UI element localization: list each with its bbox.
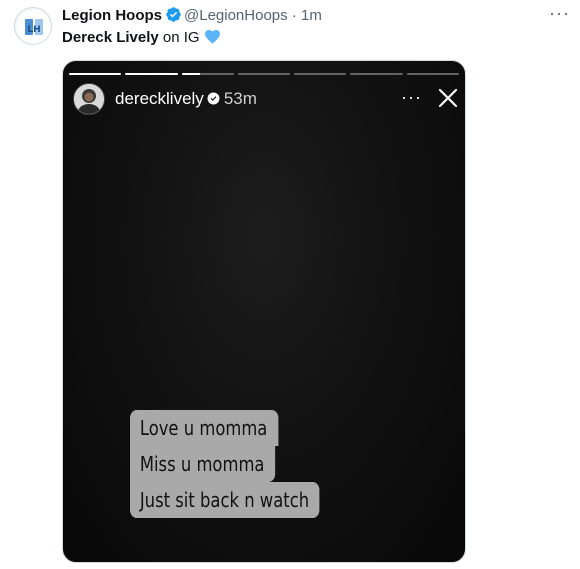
more-icon[interactable]: ··· <box>549 4 570 22</box>
story-username[interactable]: derecklively <box>115 89 204 108</box>
caption-line: Just sit back n watch <box>130 482 320 518</box>
tweet-time[interactable]: 1m <box>301 7 322 24</box>
author-avatar[interactable]: LH <box>14 7 52 45</box>
story-progress-fill <box>125 73 178 75</box>
author-handle[interactable]: @LegionHoops <box>184 7 288 24</box>
story-progress-segment <box>350 73 403 75</box>
story-time: 53m <box>223 89 257 108</box>
verified-badge-icon <box>207 92 220 105</box>
story-avatar <box>73 83 105 115</box>
story-more-icon[interactable]: ··· <box>401 87 422 108</box>
close-icon[interactable] <box>437 87 459 109</box>
author-name[interactable]: Legion Hoops <box>62 7 162 24</box>
svg-text:LH: LH <box>27 25 40 35</box>
caption-line: Love u momma <box>130 410 279 446</box>
blue-heart-icon <box>204 30 220 44</box>
story-caption: Love u momma Miss u momma Just sit back … <box>130 410 320 518</box>
separator-dot: · <box>291 7 297 24</box>
tweet-text-rest: on IG <box>158 29 200 46</box>
story-progress-segment <box>237 73 291 75</box>
story-progress-fill <box>181 73 200 75</box>
verified-badge-icon <box>166 7 181 22</box>
tweet-header: Legion Hoops @LegionHoops · 1m <box>62 6 540 26</box>
tweet-text: Dereck Lively on IG <box>62 28 221 48</box>
story-progress-segment <box>125 73 178 75</box>
story-progress-segment <box>69 73 122 75</box>
story-user: derecklively 53m <box>115 89 257 109</box>
story-progress-segment <box>181 73 234 75</box>
story-progress-fill <box>69 73 122 75</box>
story-progress-segment <box>406 73 459 75</box>
story-progress <box>69 73 459 75</box>
story-progress-segment <box>294 73 347 75</box>
caption-line: Miss u momma <box>130 446 276 482</box>
tweet-text-bold: Dereck Lively <box>62 29 159 46</box>
